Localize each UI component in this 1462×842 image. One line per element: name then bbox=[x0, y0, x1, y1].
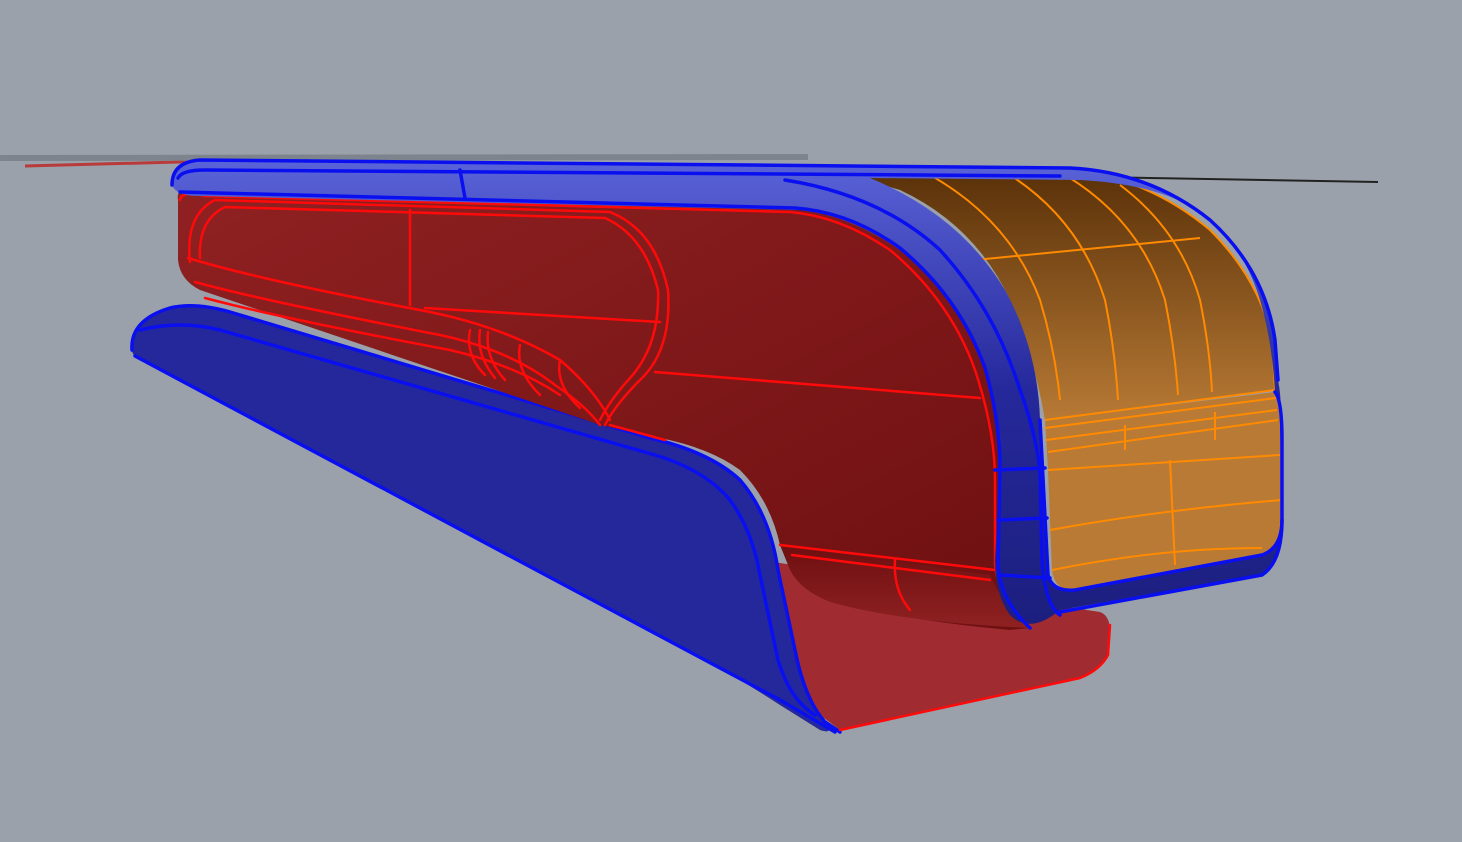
grid-horizon-line bbox=[0, 154, 809, 161]
rhino-perspective-viewport[interactable] bbox=[0, 0, 1462, 842]
3d-model-scene[interactable] bbox=[0, 0, 1462, 842]
